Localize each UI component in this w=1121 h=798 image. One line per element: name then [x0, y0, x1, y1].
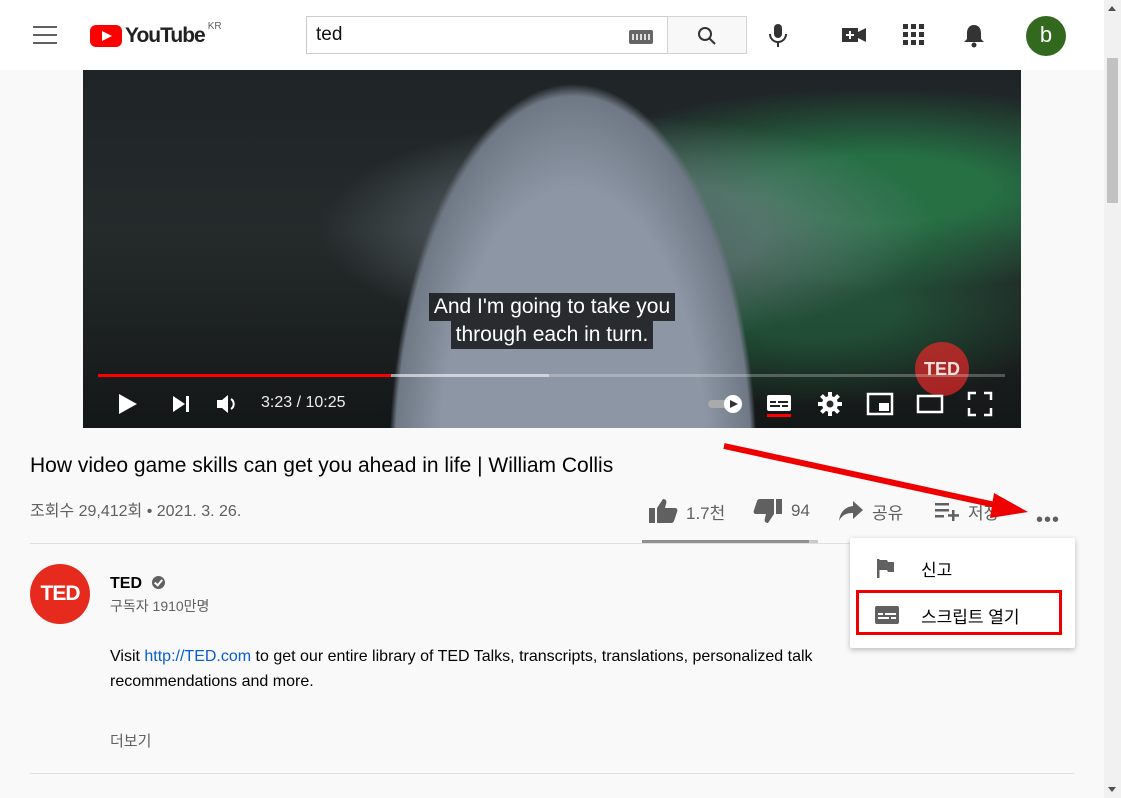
menu-icon[interactable] — [33, 26, 57, 44]
youtube-logo[interactable]: YouTube KR — [90, 20, 222, 50]
flag-icon — [877, 559, 894, 578]
avatar[interactable]: b — [1026, 16, 1066, 56]
description-link[interactable]: http://TED.com — [144, 648, 251, 665]
scroll-down-arrow-icon[interactable] — [1108, 787, 1116, 792]
save-to-playlist-button[interactable]: 저장 — [934, 496, 1018, 526]
logo-region: KR — [207, 20, 222, 32]
thumbs-up-icon — [649, 499, 678, 523]
search-input-value: ted — [316, 24, 343, 45]
share-button[interactable]: 공유 — [838, 496, 903, 526]
description-prefix: Visit — [110, 648, 145, 665]
video-title: How video game skills can get you ahead … — [30, 454, 614, 477]
miniplayer-icon[interactable] — [866, 390, 894, 418]
search-button[interactable] — [667, 16, 747, 54]
player-controls: 3:23 / 10:25 — [83, 386, 1021, 422]
channel-avatar[interactable]: TED — [30, 564, 90, 624]
caption-line-1: And I'm going to take you — [428, 293, 676, 321]
create-video-icon[interactable] — [841, 22, 867, 48]
menu-item-report-label: 신고 — [921, 560, 953, 580]
show-more-button[interactable]: 더보기 — [110, 730, 151, 751]
like-count: 1.7천 — [686, 503, 726, 523]
scroll-up-arrow-icon[interactable] — [1108, 6, 1116, 11]
like-button[interactable]: 1.7천 — [648, 496, 725, 526]
keyboard-icon[interactable] — [629, 30, 653, 44]
video-player[interactable]: TED And I'm going to take you through ea… — [83, 30, 1021, 428]
microphone-icon[interactable] — [765, 22, 791, 48]
seek-bar-played — [98, 374, 391, 377]
subtitles-cc-icon[interactable] — [765, 390, 793, 418]
time-display: 3:23 / 10:25 — [261, 394, 346, 411]
logo-text: YouTube — [125, 24, 206, 47]
verified-badge-icon — [152, 576, 166, 589]
caption-line-2: through each in turn. — [450, 321, 654, 349]
share-arrow-icon — [839, 501, 863, 521]
search-input[interactable]: ted — [306, 16, 668, 54]
more-actions-icon[interactable]: ••• — [1036, 509, 1060, 532]
notifications-bell-icon[interactable] — [961, 22, 987, 48]
divider — [30, 773, 1074, 774]
apps-grid-icon[interactable] — [901, 22, 927, 48]
volume-icon[interactable] — [213, 390, 241, 418]
menu-item-report[interactable]: 신고 — [850, 548, 1075, 588]
subscriber-count: 구독자 1910만명 — [110, 598, 210, 614]
playlist-add-icon — [935, 503, 959, 521]
channel-name-text: TED — [110, 575, 142, 592]
settings-gear-icon[interactable] — [816, 390, 844, 418]
masthead: YouTube KR ted b — [0, 0, 1104, 70]
annotation-highlight-box — [856, 590, 1062, 635]
video-frame-speaker — [363, 30, 783, 428]
save-label: 저장 — [968, 503, 1000, 523]
video-description: Visit http://TED.com to get our entire l… — [110, 644, 910, 694]
subtitle-caption: And I'm going to take you through each i… — [83, 293, 1021, 349]
search-icon — [698, 27, 716, 45]
dislike-button[interactable]: 94 — [753, 496, 810, 526]
theater-mode-icon[interactable] — [916, 390, 944, 418]
dislike-count: 94 — [791, 501, 810, 520]
page-scrollbar[interactable] — [1104, 0, 1121, 798]
thumbs-down-icon — [753, 499, 782, 523]
seek-bar[interactable] — [98, 374, 1005, 377]
next-video-icon[interactable] — [167, 390, 195, 418]
channel-name[interactable]: TED — [110, 575, 166, 593]
fullscreen-icon[interactable] — [966, 390, 994, 418]
autoplay-toggle-icon[interactable] — [707, 390, 745, 418]
scrollbar-thumb[interactable] — [1107, 58, 1118, 203]
share-label: 공유 — [872, 503, 904, 523]
youtube-play-logo-icon — [90, 25, 122, 47]
play-icon[interactable] — [113, 390, 141, 418]
video-actions: 1.7천 94 공유 저장 — [0, 496, 1104, 526]
